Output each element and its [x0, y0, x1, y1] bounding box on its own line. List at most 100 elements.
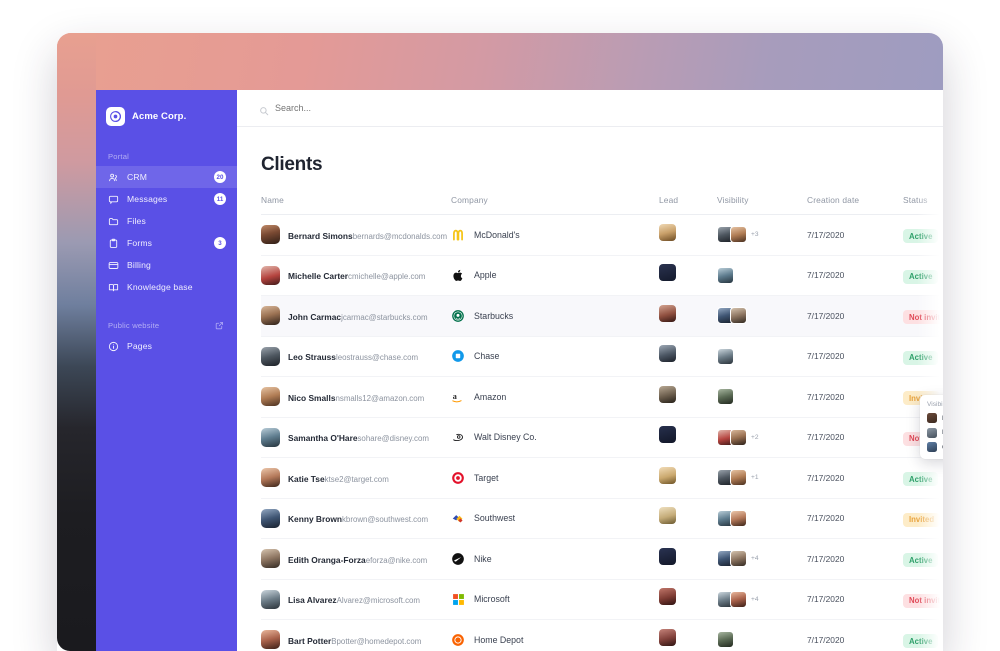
person[interactable]: Edith Oranga-Forzaeforza@nike.com — [261, 549, 451, 569]
table-row[interactable]: Leo Straussleostrauss@chase.com Chase 7/17… — [261, 336, 943, 377]
table-row[interactable]: John Carmacjcarmac@starbucks.com Starbuck… — [261, 295, 943, 336]
external-link-icon[interactable] — [215, 321, 224, 330]
lead-avatar[interactable] — [659, 385, 676, 403]
visibility-avatar-group[interactable] — [717, 347, 807, 365]
person-name: Dale Salvador — [942, 429, 943, 436]
visibility-avatar-group[interactable]: +1 — [717, 469, 807, 487]
visibility-avatar-group[interactable] — [717, 266, 807, 284]
lead-avatar[interactable] — [659, 466, 676, 484]
visibility-avatar-group[interactable]: +2 — [717, 428, 807, 446]
avatar[interactable] — [730, 469, 747, 487]
cell-status: Active — [903, 458, 943, 499]
visibility-popover-title: Visibility — [927, 401, 943, 408]
company[interactable]: Apple — [451, 268, 659, 282]
table-row[interactable]: Michelle Cartercmichelle@apple.com Apple 7… — [261, 255, 943, 296]
lead-avatar[interactable] — [659, 426, 676, 444]
table-row[interactable]: Kenny Brownkbrown@southwest.com Southwest… — [261, 498, 943, 539]
person-name: John Carmac — [288, 311, 342, 322]
person[interactable]: Bart PotterBpotter@homedepot.com — [261, 630, 451, 650]
lead-avatar[interactable] — [659, 223, 676, 241]
avatar[interactable] — [730, 590, 747, 608]
target-logo-icon — [451, 471, 465, 485]
person[interactable]: Bernard Simonsbernards@mcdonalds.com — [261, 225, 451, 245]
sidebar-badge-crm: 20 — [214, 171, 226, 183]
table-row[interactable]: Edith Oranga-Forzaeforza@nike.com Nike +4 7… — [261, 539, 943, 579]
company[interactable]: McDonald's — [451, 228, 659, 242]
avatar[interactable] — [730, 226, 747, 244]
avatar[interactable] — [717, 631, 734, 649]
avatar[interactable] — [717, 388, 734, 406]
column-header-company[interactable]: Company — [451, 195, 659, 215]
sidebar-item-pages[interactable]: Pages — [96, 335, 237, 357]
visibility-avatar-group[interactable]: +4 — [717, 590, 807, 608]
sidebar-item-knowledge-base[interactable]: Knowledge base — [96, 276, 237, 298]
company[interactable]: Target — [451, 471, 659, 485]
search-container[interactable] — [259, 103, 485, 116]
avatar[interactable] — [730, 428, 747, 446]
company[interactable]: a Amazon — [451, 390, 659, 404]
lead-avatar[interactable] — [659, 507, 676, 525]
avatar — [261, 468, 280, 488]
table-row[interactable]: Nico Smallsnsmalls12@amazon.com a Amazon 7/… — [261, 377, 943, 418]
sidebar-item-messages[interactable]: Messages 11 — [96, 188, 237, 210]
company[interactable]: Chase — [451, 349, 659, 363]
person[interactable]: Kenny Brownkbrown@southwest.com — [261, 508, 451, 528]
lead-avatar[interactable] — [659, 628, 676, 646]
lead-avatar[interactable] — [659, 547, 676, 565]
cell-company: a Amazon — [451, 377, 659, 418]
visibility-avatar-group[interactable] — [717, 509, 807, 527]
brand[interactable]: Acme Corp. — [96, 99, 237, 129]
table-row[interactable]: Katie Tsektse2@target.com Target +1 7/17/20… — [261, 458, 943, 499]
person[interactable]: John Carmacjcarmac@starbucks.com — [261, 306, 451, 326]
avatar — [261, 589, 280, 609]
lead-avatar[interactable] — [659, 264, 676, 282]
sidebar-item-files[interactable]: Files — [96, 210, 237, 232]
company[interactable]: Starbucks — [451, 309, 659, 323]
avatar[interactable] — [717, 347, 734, 365]
table-row[interactable]: Samantha O'Haresohare@disney.com Walt Dis… — [261, 417, 943, 458]
visibility-avatar-group[interactable] — [717, 631, 807, 649]
company[interactable]: Southwest — [451, 511, 659, 525]
column-header-visibility[interactable]: Visibility — [717, 195, 807, 215]
table-row[interactable]: Bernard Simonsbernards@mcdonalds.com McDo… — [261, 215, 943, 255]
column-header-lead[interactable]: Lead — [659, 195, 717, 215]
table-row[interactable]: Lisa AlvarezAlvarez@microsoft.com Microso… — [261, 579, 943, 620]
person[interactable]: Katie Tsektse2@target.com — [261, 468, 451, 488]
company[interactable]: Nike — [451, 552, 659, 566]
column-header-status[interactable]: Status — [903, 195, 943, 215]
person[interactable]: Michelle Cartercmichelle@apple.com — [261, 265, 451, 285]
application-window: Acme Corp. Portal CRM 20 Messages 11 Fil… — [96, 90, 943, 651]
avatar[interactable] — [730, 509, 747, 527]
visibility-popover-person[interactable]: Dale Salvador — [927, 427, 943, 438]
visibility-popover-person[interactable]: Fabio Delorea — [927, 413, 943, 423]
cell-name: Nico Smallsnsmalls12@amazon.com — [261, 377, 451, 418]
visibility-popover-person[interactable]: Cathy Sanchez — [927, 442, 943, 452]
column-header-creation-date[interactable]: Creation date — [807, 195, 903, 215]
company[interactable]: Microsoft — [451, 592, 659, 606]
clipboard-icon — [108, 238, 119, 249]
lead-avatar[interactable] — [659, 588, 676, 606]
column-header-name[interactable]: Name — [261, 195, 451, 215]
lead-avatar[interactable] — [659, 304, 676, 322]
lead-avatar[interactable] — [659, 345, 676, 363]
person[interactable]: Nico Smallsnsmalls12@amazon.com — [261, 387, 451, 407]
visibility-avatar-group[interactable] — [717, 388, 807, 406]
visibility-avatar-group[interactable] — [717, 307, 807, 325]
visibility-popover: Visibility Fabio Delorea Dale Salvador C… — [920, 395, 943, 459]
sidebar-item-forms[interactable]: Forms 3 — [96, 232, 237, 254]
person[interactable]: Lisa AlvarezAlvarez@microsoft.com — [261, 589, 451, 609]
person[interactable]: Leo Straussleostrauss@chase.com — [261, 346, 451, 366]
avatar[interactable] — [717, 266, 734, 284]
avatar[interactable] — [730, 307, 747, 325]
avatar[interactable] — [730, 550, 747, 568]
table-row[interactable]: Bart PotterBpotter@homedepot.com Home Dep… — [261, 620, 943, 651]
sidebar-item-billing[interactable]: Billing — [96, 254, 237, 276]
visibility-avatar-group[interactable]: +3 — [717, 226, 807, 244]
table-body: Bernard Simonsbernards@mcdonalds.com McDo… — [261, 215, 943, 651]
visibility-avatar-group[interactable]: +4 — [717, 550, 807, 568]
sidebar-item-crm[interactable]: CRM 20 — [96, 166, 237, 188]
company[interactable]: Home Depot — [451, 633, 659, 647]
person[interactable]: Samantha O'Haresohare@disney.com — [261, 427, 451, 447]
company[interactable]: Walt Disney Co. — [451, 430, 659, 444]
search-input[interactable] — [275, 103, 485, 113]
